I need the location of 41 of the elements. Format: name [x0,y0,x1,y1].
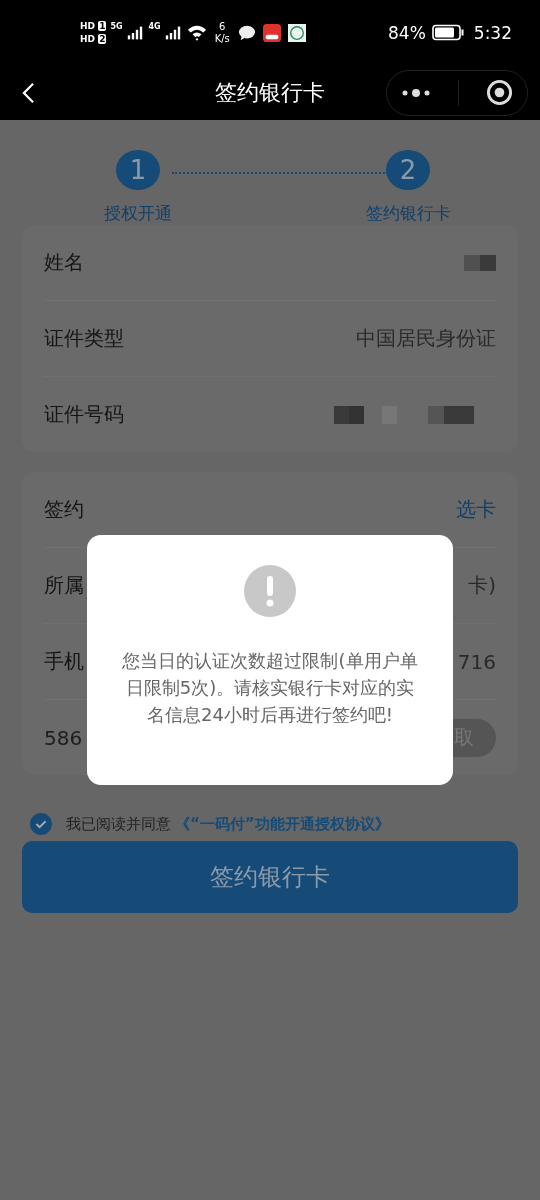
step-number: 1 [116,150,160,190]
network-label: 4G [148,22,161,31]
select-card-link[interactable]: 选卡 [456,496,496,523]
signal-icon [164,25,181,40]
speed-value: 6 [219,20,226,33]
field-value: 中国居民身份证 [356,325,496,352]
agreement-text: 我已阅读并同意 [66,814,171,834]
app-icon [262,23,281,42]
field-label: 证件号码 [44,401,124,428]
app-icon [287,23,306,42]
step-number: 2 [386,150,430,190]
battery-percent: 84% [388,22,426,43]
field-label: 证件类型 [44,325,124,352]
clock: 5:32 [473,22,512,43]
step-label: 签约银行卡 [365,202,451,225]
signal-icon [126,25,143,40]
field-label: 姓名 [44,249,84,276]
field-label: 所属 [44,572,84,599]
alert-message: 您当日的认证次数超过限制(单用户单日限制5次)。请核实银行卡对应的实名信息24小时后再进行签约吧! [121,649,419,727]
step-label: 授权开通 [104,202,172,225]
more-icon[interactable] [400,87,431,98]
speed-unit: K/s [214,32,230,45]
page-title: 签约银行卡 [214,78,326,107]
field-label: 签约 [44,496,84,523]
chat-bubble-icon [237,23,256,42]
field-value: 卡) [468,572,496,599]
sim-indicator: HD 1 [80,20,107,32]
wifi-icon [186,24,207,41]
sign-card-button[interactable]: 签约银行卡 [22,841,518,913]
close-icon[interactable] [486,79,514,106]
redaction-block [464,254,496,271]
field-value: 716 [457,649,496,674]
battery-icon [431,24,464,41]
exclamation-icon [244,565,296,617]
sim-indicator: HD 2 [80,33,107,45]
field-label: 手机 [44,648,84,675]
checkbox[interactable] [30,813,52,835]
field-label: 586 [44,725,83,750]
agreement-link[interactable]: 《“一码付”功能开通授权协议》 [175,814,390,834]
back-icon[interactable] [22,81,35,104]
network-label: 5G [110,22,123,31]
